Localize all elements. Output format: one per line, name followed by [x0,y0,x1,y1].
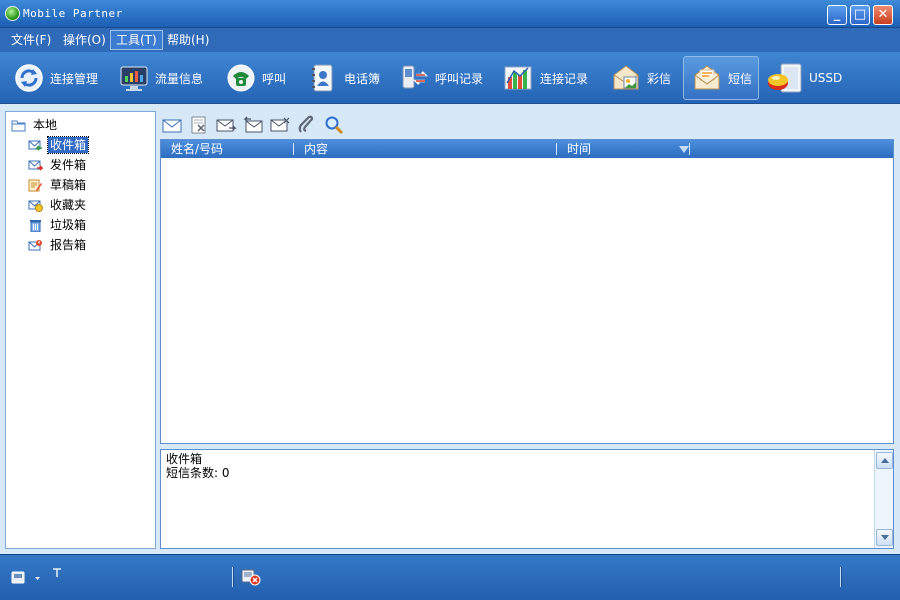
menu-file[interactable]: 文件(F) [6,30,56,50]
network-device-icon[interactable] [10,569,46,590]
tree-item-report-box[interactable]: 报告箱 [28,236,88,254]
toolbar-ussd[interactable]: USSD [767,56,842,100]
app-logo-icon [5,6,20,21]
status-separator [232,567,234,587]
close-button[interactable]: ✕ [873,5,893,25]
traffic-monitor-icon [119,63,149,93]
toolbar-label: 流量信息 [155,71,204,86]
menu-tools[interactable]: 工具(T) [110,30,163,50]
call-sender-icon[interactable] [296,115,318,135]
new-message-icon[interactable] [161,115,183,135]
toolbar-label: 呼叫 [262,71,287,86]
column-divider[interactable] [689,143,690,155]
vertical-scrollbar[interactable] [874,450,893,548]
drafts-icon [28,179,43,192]
ussd-icon [767,63,803,93]
message-preview-panel: 收件箱 短信条数: 0 [160,449,894,549]
favorites-icon [28,199,43,212]
column-divider[interactable] [293,143,294,155]
tree-root-label: 本地 [33,118,58,132]
scroll-down-button[interactable] [876,529,893,546]
sms-envelope-icon [692,63,722,93]
column-header-time[interactable]: 时间 [567,140,591,158]
message-toolbar [161,113,350,137]
report-box-icon [28,239,43,252]
phone-call-icon [226,63,256,93]
phonebook-icon [308,63,338,93]
minimize-button[interactable]: _ [827,5,847,25]
connection-log-chart-icon [504,63,534,93]
tree-item-label: 草稿箱 [50,178,87,192]
toolbar-mms[interactable]: 彩信 [611,56,671,100]
toolbar-label: 连接记录 [540,71,589,86]
menu-operate[interactable]: 操作(O) [58,30,111,50]
toolbar-phonebook[interactable]: 电话簿 [308,56,380,100]
tree-root-local[interactable]: 本地 [11,116,59,134]
tree-item-outbox[interactable]: 发件箱 [28,156,88,174]
toolbar-connection-log[interactable]: 连接记录 [504,56,588,100]
tree-item-label: 垃圾箱 [50,218,87,232]
toolbar-call[interactable]: 呼叫 [226,56,286,100]
tree-item-drafts[interactable]: 草稿箱 [28,176,88,194]
toolbar-label: 电话簿 [344,71,381,86]
outbox-icon [28,159,44,172]
main-toolbar: 连接管理 流量信息 呼叫 电话簿 呼叫记录 连接记录 彩信 短信 USSD [0,52,900,104]
column-header-content[interactable]: 内容 [304,140,328,158]
reply-message-icon[interactable] [242,115,264,135]
preview-message-count: 短信条数: 0 [166,466,230,480]
disconnected-icon[interactable] [240,567,262,590]
toolbar-label: 呼叫记录 [435,71,484,86]
delete-message-icon[interactable] [188,115,210,135]
tree-item-label: 收藏夹 [50,198,87,212]
toolbar-connect-manage[interactable]: 连接管理 [14,56,98,100]
toolbar-label: USSD [809,71,843,85]
toolbar-traffic-info[interactable]: 流量信息 [119,56,203,100]
menu-bar: 文件(F) 操作(O) 工具(T) 帮助(H) [0,28,900,52]
folder-icon [11,119,26,132]
signal-indicator-icon [52,567,62,581]
toolbar-call-log[interactable]: 呼叫记录 [399,56,483,100]
search-icon[interactable] [323,115,345,135]
tree-item-label: 发件箱 [50,158,87,172]
call-log-icon [399,63,429,93]
table-header: 姓名/号码 内容 时间 [161,140,893,158]
inbox-icon [28,139,43,152]
toolbar-label: 连接管理 [50,71,99,86]
tree-item-trash[interactable]: 垃圾箱 [28,216,88,234]
sort-descending-icon [679,146,689,153]
tree-item-inbox[interactable]: 收件箱 [28,136,90,154]
window-title: Mobile Partner [23,7,123,20]
status-bar [0,554,900,600]
menu-help[interactable]: 帮助(H) [162,30,214,50]
title-bar: Mobile Partner _ □ ✕ [0,0,900,28]
move-message-icon[interactable] [269,115,291,135]
status-separator [840,567,842,587]
forward-message-icon[interactable] [215,115,237,135]
preview-folder-name: 收件箱 [166,452,203,466]
scroll-up-button[interactable] [876,452,893,469]
connect-manage-icon [14,63,44,93]
folder-tree: 本地 收件箱 发件箱 草稿箱 收藏夹 垃圾箱 报告箱 [5,111,156,549]
toolbar-label: 彩信 [647,71,672,86]
tree-item-label: 报告箱 [50,238,87,252]
toolbar-sms[interactable]: 短信 [683,56,760,100]
tree-item-label: 收件箱 [46,136,90,154]
trash-icon [28,219,43,232]
mms-icon [611,63,641,93]
maximize-button[interactable]: □ [850,5,870,25]
column-divider[interactable] [556,143,557,155]
message-table: 姓名/号码 内容 时间 [160,139,894,444]
tree-item-favorites[interactable]: 收藏夹 [28,196,88,214]
column-header-name[interactable]: 姓名/号码 [171,140,223,158]
toolbar-label: 短信 [728,71,753,86]
